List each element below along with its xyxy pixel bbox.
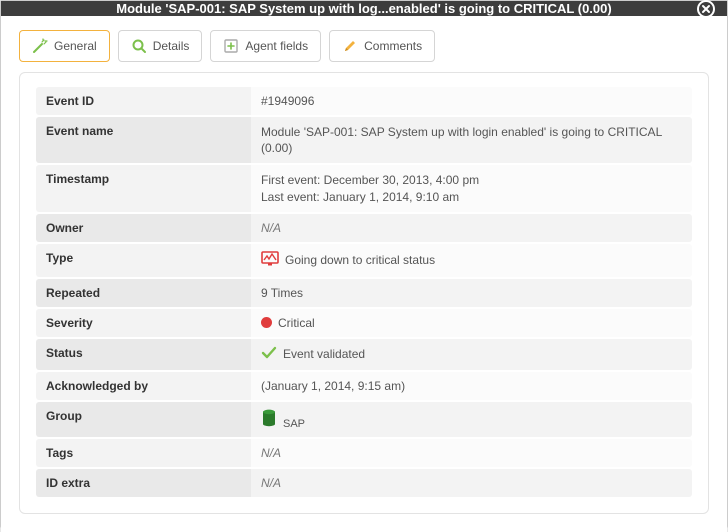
modal-body: General Details Agent fields Comments	[1, 16, 727, 532]
field-label: Event name	[36, 117, 251, 163]
field-value: N/A	[251, 214, 692, 242]
row-repeated: Repeated 9 Times	[36, 279, 692, 307]
field-label: Tags	[36, 439, 251, 467]
field-label: ID extra	[36, 469, 251, 497]
search-icon	[131, 38, 147, 54]
field-value: (January 1, 2014, 9:15 am)	[251, 372, 692, 400]
row-owner: Owner N/A	[36, 214, 692, 242]
modal-titlebar: Module 'SAP-001: SAP System up with log.…	[1, 1, 727, 16]
tab-bar: General Details Agent fields Comments	[19, 30, 709, 62]
row-timestamp: Timestamp First event: December 30, 2013…	[36, 165, 692, 211]
row-id-extra: ID extra N/A	[36, 469, 692, 497]
tab-details[interactable]: Details	[118, 30, 203, 62]
tab-agent-fields[interactable]: Agent fields	[210, 30, 321, 62]
field-value: N/A	[251, 469, 692, 497]
tab-label: Comments	[364, 39, 422, 53]
row-event-id: Event ID #1949096	[36, 87, 692, 115]
field-label: Owner	[36, 214, 251, 242]
form-add-icon	[223, 38, 239, 54]
field-label: Event ID	[36, 87, 251, 115]
pencil-icon	[342, 38, 358, 54]
field-value: Critical	[251, 309, 692, 337]
field-label: Acknowledged by	[36, 372, 251, 400]
database-icon	[261, 409, 277, 430]
row-event-name: Event name Module 'SAP-001: SAP System u…	[36, 117, 692, 163]
field-label: Status	[36, 339, 251, 370]
tab-label: General	[54, 39, 97, 53]
row-acknowledged-by: Acknowledged by (January 1, 2014, 9:15 a…	[36, 372, 692, 400]
check-icon	[261, 346, 277, 363]
field-value: Event validated	[251, 339, 692, 370]
timestamp-first: First event: December 30, 2013, 4:00 pm	[261, 172, 479, 188]
row-status: Status Event validated	[36, 339, 692, 370]
modal-title: Module 'SAP-001: SAP System up with log.…	[116, 1, 611, 16]
wand-icon	[32, 38, 48, 54]
tab-label: Details	[153, 39, 190, 53]
row-type: Type Going down to critical status	[36, 244, 692, 277]
field-value: N/A	[251, 439, 692, 467]
row-severity: Severity Critical	[36, 309, 692, 337]
field-value: First event: December 30, 2013, 4:00 pm …	[251, 165, 692, 211]
tab-label: Agent fields	[245, 39, 308, 53]
row-group: Group SAP	[36, 402, 692, 437]
field-value: Module 'SAP-001: SAP System up with logi…	[251, 117, 692, 163]
tab-comments[interactable]: Comments	[329, 30, 435, 62]
field-value: SAP	[251, 402, 692, 437]
field-value: 9 Times	[251, 279, 692, 307]
general-panel: Event ID #1949096 Event name Module 'SAP…	[19, 72, 709, 514]
field-value: Going down to critical status	[251, 244, 692, 277]
tab-general[interactable]: General	[19, 30, 110, 62]
event-detail-modal: Module 'SAP-001: SAP System up with log.…	[0, 0, 728, 528]
severity-dot-icon	[261, 317, 272, 328]
field-label: Group	[36, 402, 251, 437]
critical-status-icon	[261, 251, 279, 270]
timestamp-last: Last event: January 1, 2014, 9:10 am	[261, 189, 479, 205]
field-value: #1949096	[251, 87, 692, 115]
row-tags: Tags N/A	[36, 439, 692, 467]
field-label: Timestamp	[36, 165, 251, 211]
field-label: Severity	[36, 309, 251, 337]
field-label: Type	[36, 244, 251, 277]
field-label: Repeated	[36, 279, 251, 307]
close-icon[interactable]	[697, 0, 715, 18]
